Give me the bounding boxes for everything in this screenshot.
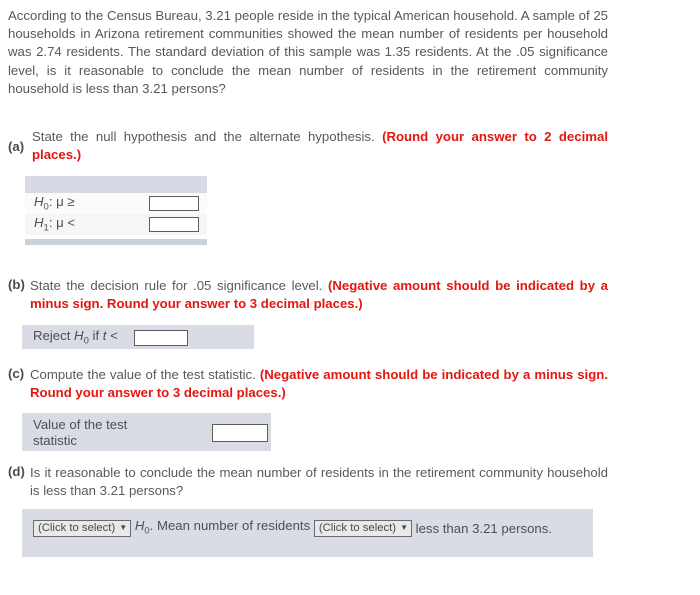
question-stem: According to the Census Bureau, 3.21 peo… [8,8,608,96]
test-statistic-label: Value of the test statistic [33,417,128,448]
part-b-tag: (b) [8,277,25,292]
chevron-down-icon: ▼ [119,523,128,533]
alternate-hypothesis-label: H1: μ < [34,215,149,234]
part-d: (d) Is it reasonable to conclude the mea… [8,464,608,500]
conclusion-select-2[interactable]: (Click to select) ▼ [313,520,412,538]
h-relation: : μ ≥ [48,194,75,210]
h-symbol: H [34,215,44,231]
test-statistic-row: Value of the test statistic [22,413,271,451]
alternate-hypothesis-input[interactable] [149,217,199,232]
null-hypothesis-label: H0: μ ≥ [34,194,149,213]
table-row: H1: μ < [25,214,207,235]
conclusion-row: (Click to select) ▼ H0. Mean number of re… [22,509,593,557]
null-hypothesis-input[interactable] [149,196,199,211]
conclusion-middle-text: H0. Mean number of residents [131,518,314,537]
part-a-tag: (a) [8,138,25,154]
part-c: (c) Compute the value of the test statis… [8,366,608,402]
decision-rule-input[interactable] [134,329,188,346]
hypothesis-table-footer [25,239,207,245]
part-b: (b) State the decision rule for .05 sign… [8,277,608,313]
part-c-tag: (c) [8,366,25,381]
decision-rule-row: Reject H0 if t < [22,325,254,349]
reject-word: Reject [33,327,75,343]
h-symbol: H [34,194,44,210]
conclusion-mid-phrase: . Mean number of residents [149,518,311,533]
conclusion-select-1-label: (Click to select) [38,522,116,535]
part-a: (a) State the null hypothesis and the al… [8,128,608,164]
conclusion-end-phrase: less than 3.21 persons. [415,520,553,536]
part-d-prompt: Is it reasonable to conclude the mean nu… [30,465,608,499]
part-c-prompt: Compute the value of the test statistic.… [30,366,608,402]
h-relation: : μ < [48,215,76,231]
if-word: if [88,327,103,343]
part-a-prompt-text: State the null hypothesis and the altern… [32,129,375,144]
h-symbol: H [134,518,145,533]
test-statistic-input-wrap [212,424,268,442]
part-b-prompt: State the decision rule for .05 signific… [30,277,608,313]
table-row: H0: μ ≥ [25,193,207,214]
decision-rule-input-wrap [134,329,188,346]
less-than-symbol: < [106,327,118,343]
part-d-tag: (d) [8,464,25,479]
part-a-prompt: State the null hypothesis and the altern… [32,128,608,164]
hypothesis-table-header [25,176,207,193]
part-c-prompt-text: Compute the value of the test statistic. [30,367,256,382]
test-statistic-input[interactable] [212,424,268,442]
conclusion-select-2-label: (Click to select) [318,522,397,535]
chevron-down-icon: ▼ [400,523,408,533]
hypothesis-table: H0: μ ≥ H1: μ < [25,176,207,245]
h-symbol: H [74,327,84,343]
decision-rule-label: Reject H0 if t < [33,328,118,347]
question-page: According to the Census Bureau, 3.21 peo… [0,0,700,595]
conclusion-select-1[interactable]: (Click to select) ▼ [33,520,132,538]
part-b-prompt-text: State the decision rule for .05 signific… [30,278,323,293]
conclusion-end-text: less than 3.21 persons. [412,521,552,536]
